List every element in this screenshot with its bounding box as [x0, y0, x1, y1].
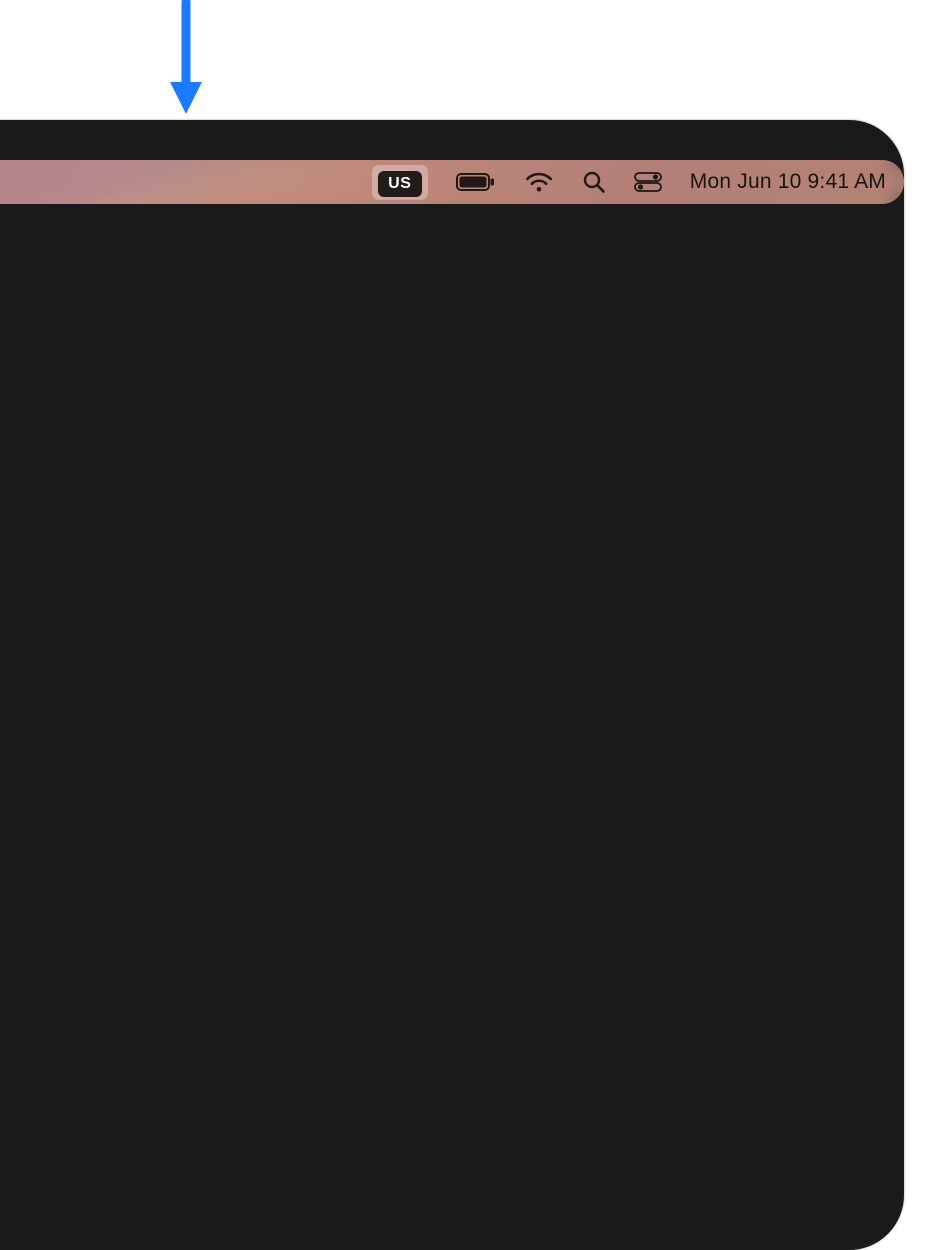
menubar-control-center[interactable]	[634, 160, 662, 204]
menubar-spotlight[interactable]	[582, 160, 606, 204]
battery-icon	[456, 172, 496, 192]
control-center-icon	[634, 172, 662, 192]
callout-arrow-icon	[166, 0, 206, 115]
datetime-label: Mon Jun 10 9:41 AM	[690, 170, 886, 194]
input-source-badge: US	[378, 171, 422, 197]
device-frame: US	[0, 120, 904, 1250]
menubar-datetime[interactable]: Mon Jun 10 9:41 AM	[690, 160, 886, 204]
menubar-wifi[interactable]	[524, 160, 554, 204]
wifi-icon	[524, 171, 554, 193]
menubar: US	[0, 160, 904, 204]
search-icon	[582, 170, 606, 194]
menubar-input-source[interactable]: US	[372, 160, 428, 204]
menubar-battery[interactable]	[456, 160, 496, 204]
screen: US	[0, 160, 904, 204]
